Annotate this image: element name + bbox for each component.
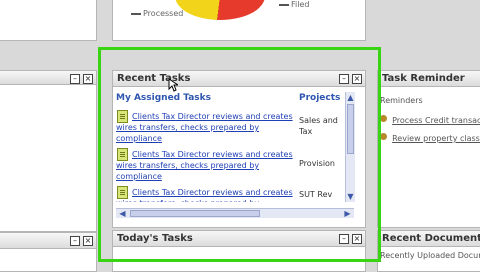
task-link[interactable]: Clients Tax Director reviews and creates… <box>116 149 294 182</box>
legend-swatch <box>279 3 289 6</box>
scroll-thumb[interactable] <box>347 104 354 154</box>
scroll-left-icon[interactable]: ◀ <box>118 209 127 218</box>
scroll-up-icon[interactable]: ▲ <box>346 93 355 102</box>
reminder-bullet-icon <box>380 115 387 122</box>
close-icon[interactable]: × <box>83 236 93 246</box>
recent-documents-header: Recent Documents <box>378 231 480 247</box>
reminder-link[interactable]: Process Credit transactions <box>392 116 480 125</box>
column-header-tasks[interactable]: My Assigned Tasks <box>116 93 211 103</box>
recent-tasks-header: Recent Tasks <box>113 71 365 87</box>
recent-documents-subtitle: Recently Uploaded Documents <box>380 251 480 260</box>
task-reminder-title: Task Reminder <box>382 73 465 84</box>
task-project: Provision <box>299 159 336 168</box>
recent-tasks-panel: Recent Tasks – × My Assigned Tasks Proje… <box>112 70 366 228</box>
task-project: SUT Rev <box>299 190 333 199</box>
legend-label: Processed <box>143 9 184 18</box>
task-project: Sales and Tax <box>299 116 338 136</box>
left-panel-header <box>0 71 96 85</box>
chart-legend-filed: Filed <box>279 0 309 10</box>
left-panel-bottom: – × <box>0 232 97 272</box>
column-header-projects[interactable]: Projects <box>299 93 340 103</box>
todays-tasks-title: Today's Tasks <box>117 233 193 244</box>
minimize-icon[interactable]: – <box>70 74 80 84</box>
recent-documents-panel: Recent Documents Recently Uploaded Docum… <box>377 230 480 272</box>
task-link[interactable]: Clients Tax Director reviews and creates… <box>116 111 294 144</box>
mouse-cursor-icon <box>168 78 178 92</box>
task-reminder-panel: Task Reminder Reminders Process Credit t… <box>377 70 480 228</box>
task-row[interactable]: Clients Tax Director reviews and creates… <box>116 148 344 184</box>
todays-tasks-header: Today's Tasks <box>113 231 365 247</box>
legend-swatch <box>131 12 141 15</box>
recent-tasks-title: Recent Tasks <box>117 73 191 84</box>
close-icon[interactable]: × <box>352 74 362 84</box>
reminder-item[interactable]: Review property classes <box>380 126 480 145</box>
horizontal-scrollbar[interactable]: ◀ ▶ <box>116 208 354 218</box>
task-row[interactable]: Clients Tax Director reviews and creates… <box>116 186 344 202</box>
pie-chart <box>175 0 265 20</box>
left-panel-lower: – × <box>0 70 97 232</box>
task-link[interactable]: Clients Tax Director reviews and creates… <box>116 187 294 202</box>
minimize-icon[interactable]: – <box>339 234 349 244</box>
scroll-thumb[interactable] <box>130 210 260 217</box>
task-row[interactable]: Clients Tax Director reviews and creates… <box>116 110 344 146</box>
dashboard-chart-panel: Processed Filed <box>112 0 366 41</box>
reminder-link[interactable]: Review property classes <box>392 134 480 143</box>
close-icon[interactable]: × <box>352 234 362 244</box>
reminder-bullet-icon <box>380 133 387 140</box>
left-panel-bottom-header <box>0 233 96 249</box>
legend-label: Filed <box>291 0 310 9</box>
recent-documents-title: Recent Documents <box>382 233 480 244</box>
scroll-right-icon[interactable]: ▶ <box>343 209 352 218</box>
scroll-down-icon[interactable]: ▼ <box>346 192 355 201</box>
minimize-icon[interactable]: – <box>70 236 80 246</box>
todays-tasks-panel: Today's Tasks – × <box>112 230 366 272</box>
reminders-subtitle: Reminders <box>380 96 423 105</box>
vertical-scrollbar[interactable]: ▲ ▼ <box>345 92 355 202</box>
chart-legend-processed: Processed <box>131 8 183 19</box>
close-icon[interactable]: × <box>83 74 93 84</box>
left-panel <box>0 0 97 41</box>
task-reminder-header: Task Reminder <box>378 71 480 87</box>
reminder-item[interactable]: Process Credit transactions <box>380 108 480 127</box>
minimize-icon[interactable]: – <box>339 74 349 84</box>
